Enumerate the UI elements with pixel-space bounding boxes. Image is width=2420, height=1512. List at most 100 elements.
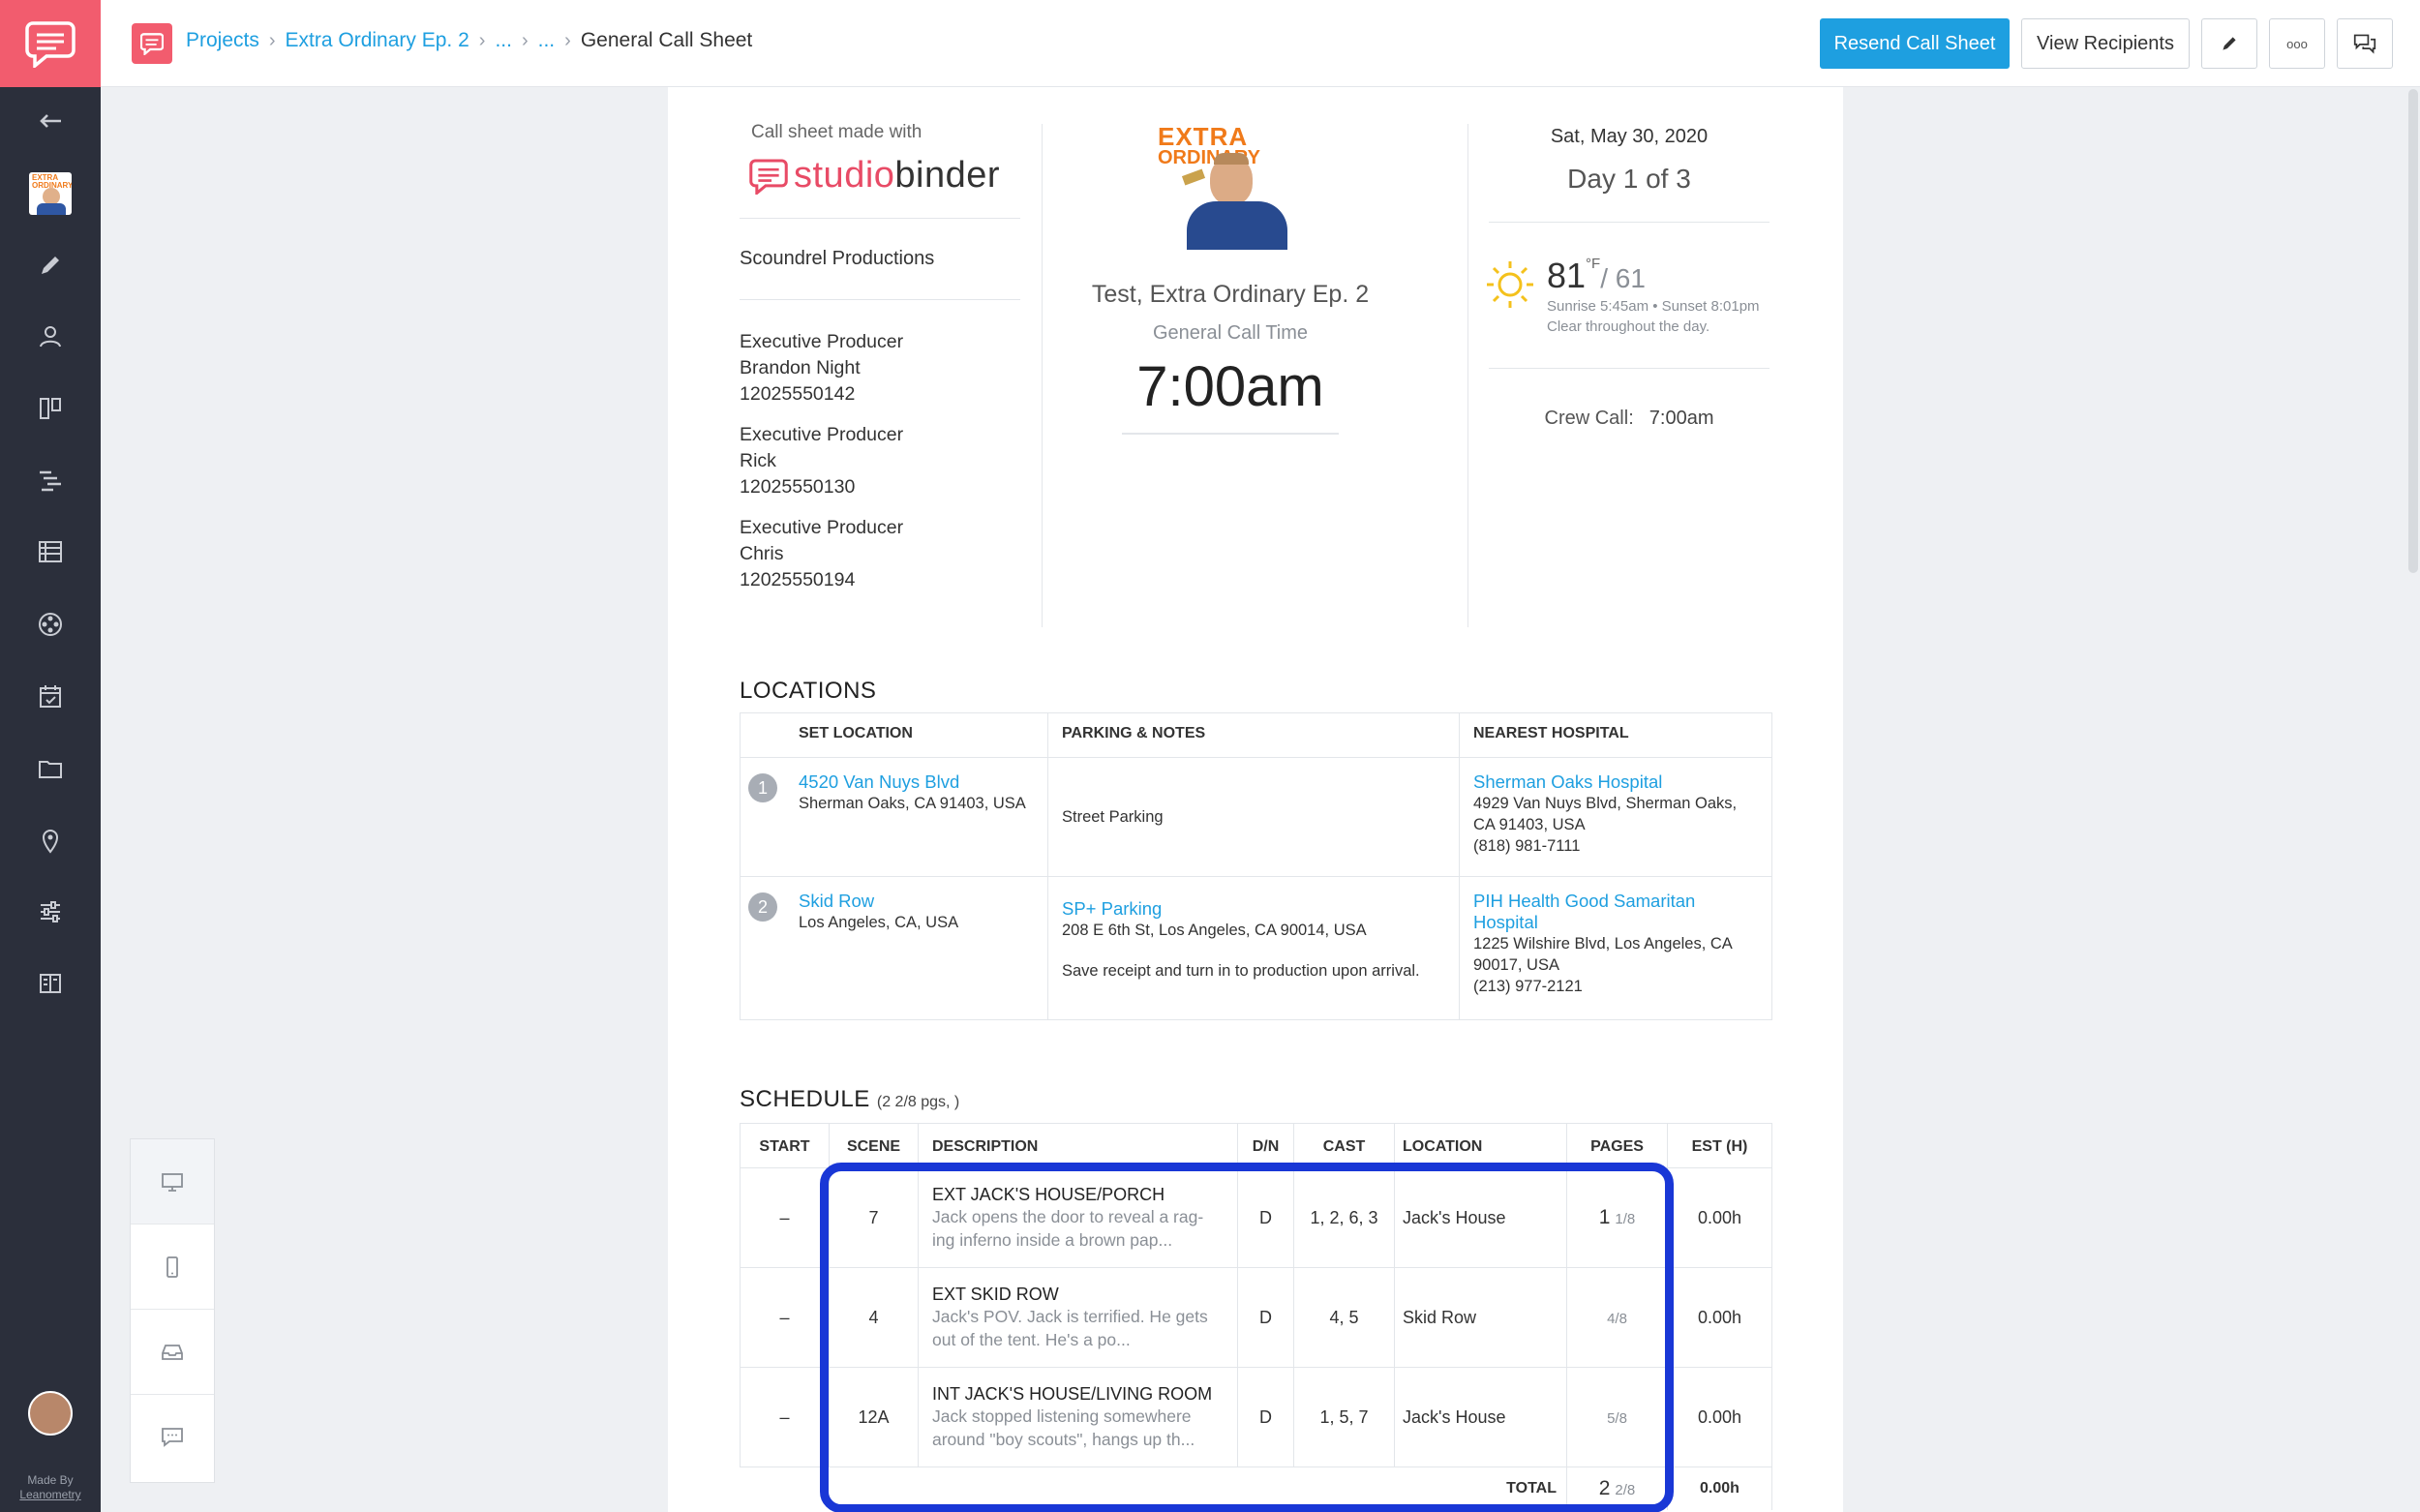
general-call-time: 7:00am [1136, 355, 1324, 418]
breadcrumb-episode[interactable]: Extra Ordinary Ep. 2 [286, 29, 469, 52]
folder-icon [39, 761, 62, 778]
producer-name: Rick [740, 450, 776, 471]
resend-call-sheet-button[interactable]: Resend Call Sheet [1820, 18, 2010, 69]
divider [740, 218, 1020, 219]
highlight-box [820, 1163, 1674, 1512]
estimate-cell: 0.00h [1667, 1267, 1772, 1368]
estimate-cell: 0.00h [1667, 1367, 1772, 1467]
comments-button[interactable] [2337, 18, 2393, 69]
producer-name: Brandon Night [740, 357, 861, 378]
producer-1: Executive Producer Brandon Night 1202555… [740, 329, 1020, 408]
producer-phone[interactable]: 12025550130 [740, 474, 1020, 500]
sliders-icon [41, 901, 60, 922]
poster-title-line1: EXTRA [1158, 122, 1249, 151]
email-view-button[interactable] [131, 1310, 214, 1395]
location-name-link[interactable]: 4520 Van Nuys Blvd [799, 771, 1034, 793]
sidebar-item-locations[interactable] [0, 811, 101, 869]
breadcrumb-ellipsis-2[interactable]: ... [538, 29, 556, 52]
edit-button[interactable] [2201, 18, 2257, 69]
brand-studio: studio [794, 155, 895, 196]
parking-name-link[interactable]: SP+ Parking [1062, 898, 1445, 920]
hospital-phone: (213) 977-2121 [1473, 978, 1583, 995]
column-header: D/N [1237, 1123, 1294, 1168]
breadcrumb: Projects › Extra Ordinary Ep. 2 › ... › … [186, 29, 752, 52]
project-icon[interactable] [132, 23, 172, 64]
project-thumbnail[interactable]: EXTRA ORDINARY [0, 165, 101, 223]
start-cell: – [740, 1267, 830, 1368]
company-name: Scoundrel Productions [740, 248, 935, 269]
forecast: Clear throughout the day. [1547, 318, 1710, 335]
hospital-address: 1225 Wilshire Blvd, Los Angeles, CA 9001… [1473, 935, 1732, 974]
user-avatar-button[interactable] [0, 1384, 101, 1442]
show-title: Test, Extra Ordinary Ep. 2 [1091, 281, 1370, 308]
column-header: START [740, 1123, 830, 1168]
board-icon [40, 398, 61, 419]
hospital-name-link[interactable]: Sherman Oaks Hospital [1473, 771, 1758, 793]
chat-logo-icon [140, 33, 164, 55]
parking-notes: Street Parking [1062, 808, 1164, 826]
start-cell: – [740, 1367, 830, 1467]
sidebar-item-breakdown[interactable] [0, 523, 101, 581]
weather-block: 81°F/ 61 Sunrise 5:45am • Sunset 8:01pm … [1487, 222, 1770, 337]
set-location-cell: 1 4520 Van Nuys Blvd Sherman Oaks, CA 91… [740, 757, 1048, 877]
producer-phone[interactable]: 12025550194 [740, 567, 1020, 593]
back-button[interactable] [0, 92, 101, 150]
more-dots-icon: ooo [2286, 36, 2308, 51]
more-options-button[interactable]: ooo [2269, 18, 2325, 69]
sms-view-button[interactable] [131, 1395, 214, 1480]
breadcrumb-ellipsis-1[interactable]: ... [495, 29, 512, 52]
mobile-view-button[interactable] [131, 1225, 214, 1310]
table-header-row: START SCENE DESCRIPTION D/N CAST LOCATIO… [740, 1123, 1772, 1168]
hospital-cell: PIH Health Good Samaritan Hospital 1225 … [1459, 876, 1772, 1020]
producer-2: Executive Producer Rick 12025550130 [740, 422, 1020, 500]
hospital-name-link[interactable]: PIH Health Good Samaritan Hospital [1473, 891, 1758, 933]
sidebar-item-shots[interactable] [0, 595, 101, 653]
header-right-column: Sat, May 30, 2020 Day 1 of 3 81°F/ 61 Su… [1487, 126, 1770, 430]
page-scrollbar[interactable] [2408, 89, 2418, 573]
chevron-right-icon: › [564, 29, 571, 51]
locations-title: LOCATIONS [740, 678, 877, 704]
parking-cell: SP+ Parking 208 E 6th St, Los Angeles, C… [1047, 876, 1460, 1020]
view-recipients-button[interactable]: View Recipients [2021, 18, 2190, 69]
chevron-right-icon: › [521, 29, 529, 51]
made-by-link[interactable]: Leanometry [19, 1488, 80, 1501]
sidebar-item-contacts[interactable] [0, 308, 101, 366]
set-location-cell: 2 Skid Row Los Angeles, CA, USA [740, 876, 1048, 1020]
parking-address: 208 E 6th St, Los Angeles, CA 90014, USA [1062, 922, 1367, 939]
crew-call: Crew Call: 7:00am [1489, 368, 1770, 430]
table-row: 1 4520 Van Nuys Blvd Sherman Oaks, CA 91… [740, 757, 1772, 877]
column-header: PAGES [1566, 1123, 1668, 1168]
sidebar-item-scripts[interactable] [0, 954, 101, 1013]
app-sidebar: EXTRA ORDINARY Made By Leanometry [0, 0, 101, 1512]
desktop-view-button[interactable] [131, 1139, 214, 1225]
column-header: NEAREST HOSPITAL [1459, 712, 1772, 758]
inbox-icon [162, 1344, 183, 1360]
sidebar-item-edit[interactable] [0, 236, 101, 294]
temperature: 81°F/ 61 [1547, 256, 1760, 296]
header-left-column: Call sheet made with studiobinder Scound… [740, 122, 1020, 593]
gantt-icon [40, 470, 61, 492]
temp-high: 81 [1547, 256, 1587, 295]
column-header: SCENE [829, 1123, 919, 1168]
sidebar-item-settings[interactable] [0, 883, 101, 941]
column-header: LOCATION [1394, 1123, 1567, 1168]
made-by-credit[interactable]: Made By Leanometry [0, 1473, 101, 1502]
producer-3: Executive Producer Chris 12025550194 [740, 515, 1020, 593]
total-estimate: 0.00h [1667, 1467, 1772, 1510]
sidebar-item-schedule[interactable] [0, 451, 101, 509]
temp-unit: °F [1586, 256, 1601, 272]
pencil-icon [42, 257, 59, 274]
breadcrumb-projects[interactable]: Projects [186, 29, 259, 52]
table-header-row: SET LOCATION PARKING & NOTES NEAREST HOS… [740, 712, 1772, 758]
monitor-icon [162, 1172, 183, 1192]
message-icon [162, 1428, 183, 1447]
sidebar-item-calendar[interactable] [0, 668, 101, 726]
chevron-right-icon: › [268, 29, 276, 51]
parking-cell: Street Parking [1047, 757, 1460, 877]
crew-call-label: Crew Call: [1544, 408, 1634, 429]
producer-phone[interactable]: 12025550142 [740, 381, 1020, 408]
sidebar-item-files[interactable] [0, 740, 101, 798]
location-name-link[interactable]: Skid Row [799, 891, 1034, 912]
app-logo[interactable] [0, 0, 101, 87]
sidebar-item-storyboard[interactable] [0, 379, 101, 438]
